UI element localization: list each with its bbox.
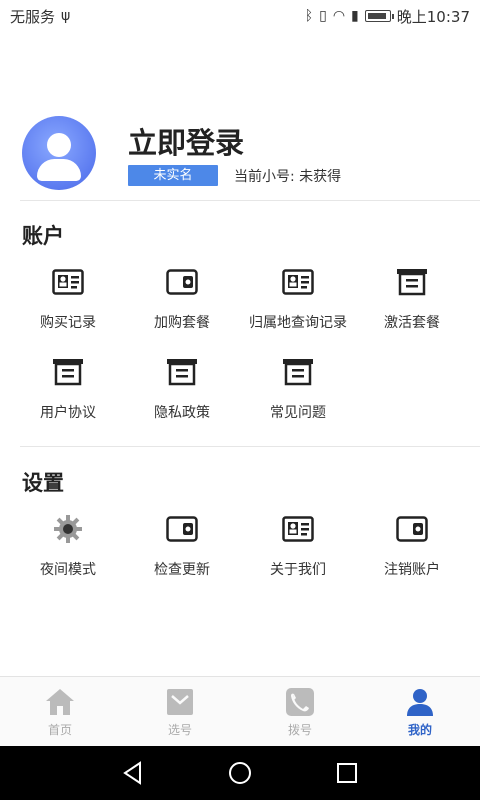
avatar-head-shape — [47, 133, 71, 157]
menu-item-label: 夜间模式 — [40, 562, 96, 578]
menu-item-label: 检查更新 — [154, 562, 210, 578]
divider — [20, 200, 480, 201]
bluetooth-icon: ᛒ — [304, 8, 314, 24]
profile-header: 立即登录 未实名 当前小号: 未获得 — [0, 112, 480, 200]
gear-icon — [52, 513, 84, 545]
tab-label: 我的 — [407, 723, 432, 737]
menu-item-label: 用户协议 — [40, 405, 96, 421]
archive-box-icon — [282, 356, 314, 388]
menu-item-about-us[interactable]: 关于我们 — [238, 513, 358, 593]
menu-item-check-update[interactable]: 检查更新 — [122, 513, 242, 593]
menu-item-label: 关于我们 — [270, 562, 326, 578]
tab-mine[interactable]: 我的 — [360, 677, 480, 747]
home-circle-icon[interactable] — [227, 760, 253, 786]
login-button[interactable]: 立即登录 — [128, 120, 244, 162]
home-icon — [45, 687, 75, 717]
back-icon[interactable] — [120, 760, 146, 786]
tab-select-number[interactable]: 选号 — [120, 677, 240, 747]
verify-status-badge[interactable]: 未实名 — [128, 165, 218, 186]
tab-home[interactable]: 首页 — [0, 677, 120, 747]
id-card-icon — [282, 266, 314, 298]
clock-text: 晚上10:37 — [396, 7, 470, 26]
menu-item-label: 激活套餐 — [384, 315, 440, 331]
phone-icon — [285, 687, 315, 717]
menu-item-activate-package[interactable]: 激活套餐 — [352, 266, 472, 346]
id-card-icon — [282, 513, 314, 545]
menu-item-faq[interactable]: 常见问题 — [238, 356, 358, 436]
carrier-text: 无服务 — [10, 7, 56, 26]
menu-item-label: 购买记录 — [40, 315, 96, 331]
menu-item-user-agreement[interactable]: 用户协议 — [8, 356, 128, 436]
menu-item-night-mode[interactable]: 夜间模式 — [8, 513, 128, 593]
wallet-icon — [166, 513, 198, 545]
bottom-nav: 首页 选号 拨号 我的 — [0, 676, 480, 746]
menu-item-label: 隐私政策 — [154, 405, 210, 421]
menu-item-label: 常见问题 — [270, 405, 326, 421]
archive-box-icon — [166, 356, 198, 388]
archive-box-icon — [396, 266, 428, 298]
menu-item-label: 加购套餐 — [154, 315, 210, 331]
status-bar: 无服务 ψ ᛒ ▯ ◠ ▮ 晚上10:37 — [0, 0, 480, 32]
wallet-icon — [396, 513, 428, 545]
current-number-text: 当前小号: 未获得 — [234, 169, 342, 185]
inbox-icon — [165, 687, 195, 717]
menu-item-purchase-records[interactable]: 购买记录 — [8, 266, 128, 346]
tab-label: 选号 — [167, 723, 192, 737]
status-left: 无服务 ψ — [10, 6, 70, 27]
archive-box-icon — [52, 356, 84, 388]
avatar-body-shape — [37, 159, 81, 181]
menu-item-label: 归属地查询记录 — [249, 315, 347, 331]
wifi-icon: ◠ — [332, 8, 346, 24]
sim-icon: ▮ — [351, 8, 359, 24]
id-card-icon — [52, 266, 84, 298]
wallet-icon — [166, 266, 198, 298]
system-nav-bar — [0, 746, 480, 800]
divider — [20, 446, 480, 447]
menu-item-label: 注销账户 — [384, 562, 440, 578]
avatar[interactable] — [22, 116, 96, 190]
tab-label: 首页 — [47, 723, 72, 737]
menu-item-add-package[interactable]: 加购套餐 — [122, 266, 242, 346]
vibrate-icon: ▯ — [319, 8, 327, 24]
battery-icon — [364, 10, 394, 22]
status-right: ᛒ ▯ ◠ ▮ 晚上10:37 — [305, 6, 470, 27]
recents-square-icon[interactable] — [334, 760, 360, 786]
section-title-account: 账户 — [22, 224, 64, 248]
section-title-settings: 设置 — [22, 471, 64, 495]
menu-item-location-query-records[interactable]: 归属地查询记录 — [238, 266, 358, 346]
menu-item-privacy-policy[interactable]: 隐私政策 — [122, 356, 242, 436]
tab-dial[interactable]: 拨号 — [240, 677, 360, 747]
menu-item-delete-account[interactable]: 注销账户 — [352, 513, 472, 593]
usb-icon: ψ — [61, 8, 71, 24]
tab-label: 拨号 — [287, 723, 312, 737]
user-icon — [405, 687, 435, 717]
